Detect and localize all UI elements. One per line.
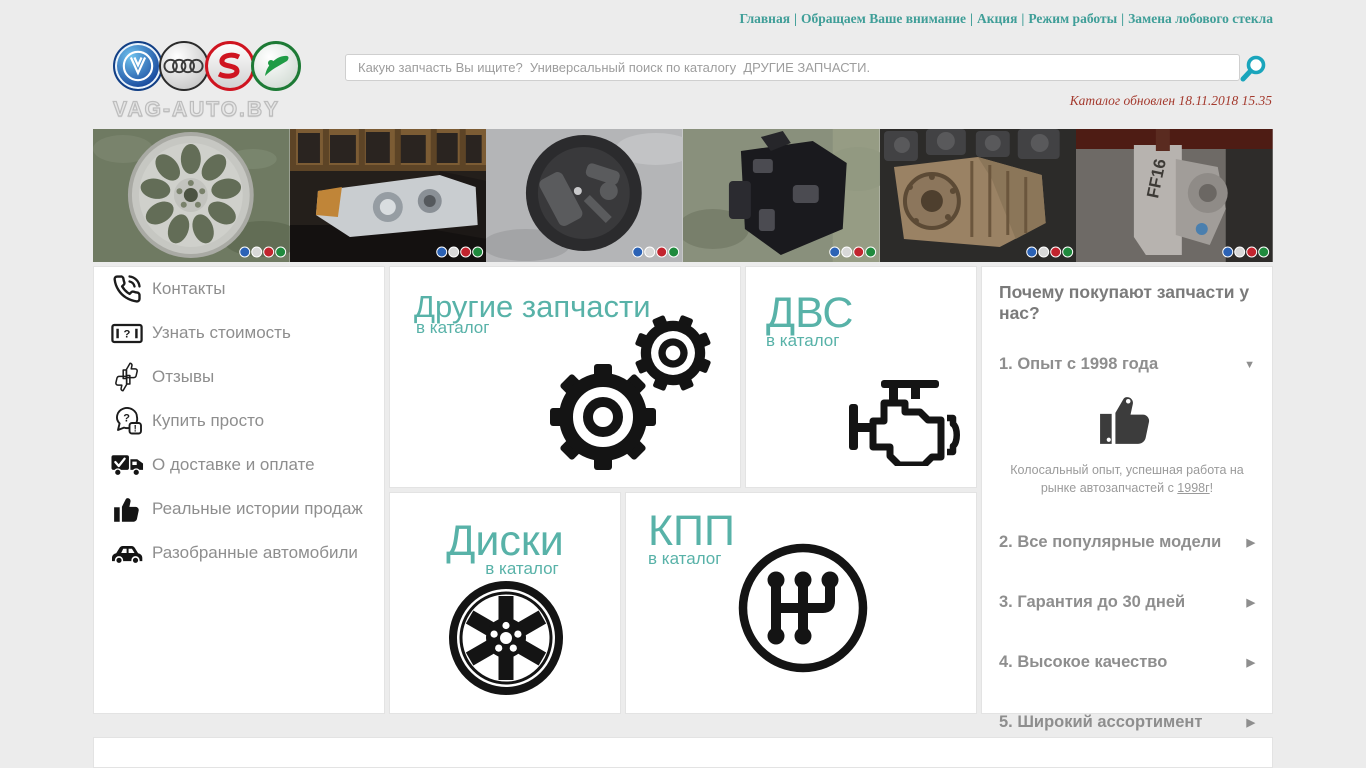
- accordion-content-experience: Колосальный опыт, успешная работа на рын…: [999, 390, 1255, 497]
- experience-caption: Колосальный опыт, успешная работа на рын…: [1010, 463, 1244, 496]
- skoda-logo-icon: [251, 41, 301, 91]
- nav-separator: |: [1021, 11, 1025, 26]
- chevron-right-icon: ▶: [1246, 597, 1255, 610]
- photo-gearbox-ff16[interactable]: FF16: [1076, 129, 1273, 262]
- card-catalog-link[interactable]: в каталог: [390, 559, 620, 579]
- why-buy-title: Почему покупают запчасти у нас?: [999, 282, 1250, 323]
- sidebar-item-delivery[interactable]: О доставке и оплате: [94, 443, 384, 487]
- seat-logo-icon: [205, 41, 255, 91]
- sidebar-item-label: О доставке и оплате: [152, 455, 315, 474]
- vw-logo-icon: [113, 41, 163, 91]
- sidebar-item-sales-stories[interactable]: Реальные истории продаж: [94, 487, 384, 531]
- search-button[interactable]: [1239, 55, 1267, 85]
- accordion-label: 5. Широкий ассортимент: [999, 713, 1203, 732]
- accordion-label: 4. Высокое качество: [999, 653, 1168, 672]
- top-navigation: Главная | Обращаем Ваше внимание | Акция | Реж…: [740, 11, 1274, 27]
- sidebar-item-label: Разобранные автомобили: [152, 543, 358, 562]
- audi-logo-icon: [159, 41, 209, 91]
- card-gearboxes[interactable]: КПП в каталог: [625, 492, 977, 714]
- card-engines[interactable]: ДВС в каталог: [745, 266, 977, 488]
- gears-icon: [540, 315, 725, 480]
- wheel-rim-icon: [449, 581, 563, 700]
- photo-gearbox-rusty[interactable]: [879, 129, 1077, 262]
- nav-link-attention[interactable]: Обращаем Ваше внимание: [801, 11, 966, 26]
- phone-icon: [107, 274, 147, 304]
- glyph: !: [133, 423, 136, 434]
- accordion-label: 3. Гарантия до 30 дней: [999, 593, 1186, 612]
- engine-icon: [847, 376, 962, 471]
- brand-logos: [113, 41, 303, 91]
- bottom-content-strip: [93, 737, 1273, 768]
- catalog-cards: Другие запчасти в каталог ДВС в каталог …: [389, 266, 977, 714]
- left-menu: Контакты ? Узнать стоимость Отзывы ?! Ку…: [93, 266, 385, 714]
- chevron-right-icon: ▶: [1246, 657, 1255, 670]
- sidebar-item-price[interactable]: ? Узнать стоимость: [94, 311, 384, 355]
- glyph: ?: [124, 328, 131, 340]
- sidebar-item-dismantled-cars[interactable]: Разобранные автомобили: [94, 531, 384, 575]
- accordion-item-models[interactable]: 2. Все популярные модели ▶: [999, 533, 1255, 552]
- site-logo[interactable]: VAG-AUTO.BY: [112, 41, 303, 122]
- question-chat-icon: ?!: [107, 406, 147, 437]
- photo-headlight[interactable]: [289, 129, 487, 262]
- delivery-truck-icon: [107, 454, 147, 477]
- accordion-item-experience[interactable]: 1. Опыт с 1998 года ▼: [999, 355, 1255, 374]
- car-icon: [107, 542, 147, 565]
- chevron-right-icon: ▶: [1246, 717, 1255, 730]
- accordion-item-assortment[interactable]: 5. Широкий ассортимент ▶: [999, 713, 1255, 732]
- photo-gearbox-dark[interactable]: [682, 129, 880, 262]
- search-input[interactable]: [345, 54, 1240, 81]
- sidebar-item-label: Отзывы: [152, 367, 215, 386]
- parts-photo-gallery: FF16: [93, 129, 1273, 262]
- sidebar-item-contacts[interactable]: Контакты: [94, 267, 384, 311]
- accordion-item-quality[interactable]: 4. Высокое качество ▶: [999, 653, 1255, 672]
- sidebar-item-reviews[interactable]: Отзывы: [94, 355, 384, 399]
- card-wheels[interactable]: Диски в каталог: [389, 492, 621, 714]
- glyph: ?: [123, 412, 130, 424]
- sidebar-item-label: Узнать стоимость: [152, 323, 291, 342]
- card-title: ДВС: [766, 289, 854, 337]
- nav-link-promo[interactable]: Акция: [977, 11, 1017, 26]
- thumbs-up-icon: [107, 495, 147, 524]
- year-1998-link[interactable]: 1998г: [1177, 481, 1209, 495]
- main-content: Контакты ? Узнать стоимость Отзывы ?! Ку…: [93, 266, 1273, 731]
- card-other-parts[interactable]: Другие запчасти в каталог: [389, 266, 741, 488]
- photo-spare-tool-kit[interactable]: [486, 129, 683, 262]
- photo-alloy-wheel[interactable]: [93, 129, 290, 262]
- nav-separator: |: [970, 11, 973, 26]
- card-title: Диски: [446, 517, 564, 565]
- sidebar-item-easy-buy[interactable]: ?! Купить просто: [94, 399, 384, 443]
- thumbs-up-icon: [999, 390, 1255, 451]
- thumbs-up-down-icon: [107, 361, 147, 393]
- accordion-item-warranty[interactable]: 3. Гарантия до 30 дней ▶: [999, 593, 1255, 612]
- sidebar-item-label: Купить просто: [152, 411, 265, 430]
- card-title: КПП: [648, 507, 735, 555]
- sidebar-item-label: Контакты: [152, 279, 226, 298]
- price-banknote-icon: ?: [107, 323, 147, 344]
- nav-link-hours[interactable]: Режим работы: [1028, 11, 1117, 26]
- nav-link-windshield[interactable]: Замена лобового стекла: [1128, 11, 1273, 26]
- nav-separator: |: [1121, 11, 1125, 26]
- nav-separator: |: [794, 11, 797, 26]
- nav-link-home[interactable]: Главная: [740, 11, 791, 26]
- catalog-updated-note: Каталог обновлен 18.11.2018 15.35: [1069, 93, 1272, 108]
- search-icon: [1239, 55, 1267, 88]
- gearshift-icon: [738, 543, 868, 678]
- chevron-down-icon: ▼: [1244, 358, 1255, 371]
- sidebar-item-label: Реальные истории продаж: [152, 499, 363, 518]
- brand-name: VAG-AUTO.BY: [112, 97, 281, 121]
- accordion-label: 2. Все популярные модели: [999, 533, 1222, 552]
- chevron-right-icon: ▶: [1246, 537, 1255, 550]
- page: Главная | Обращаем Ваше внимание | Акция | Реж…: [93, 0, 1273, 768]
- accordion-label: 1. Опыт с 1998 года: [999, 355, 1159, 373]
- why-buy-panel: Почему покупают запчасти у нас? 1. Опыт …: [981, 266, 1273, 731]
